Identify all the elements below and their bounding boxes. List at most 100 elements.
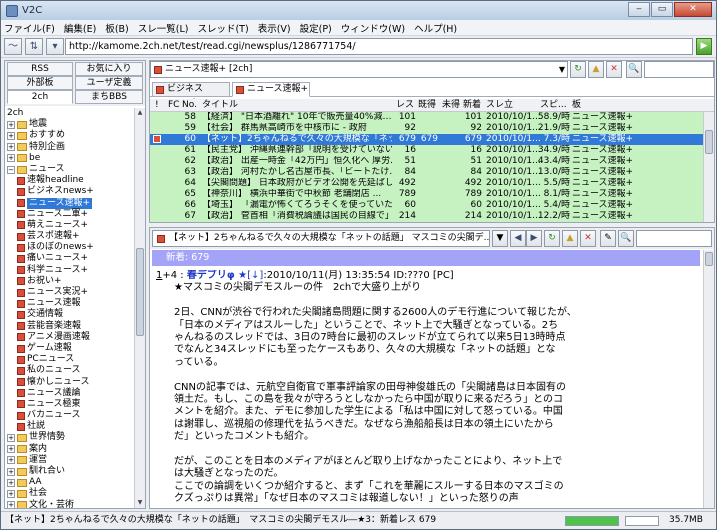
- minimize-button[interactable]: ‒: [628, 2, 650, 17]
- thread-search-input[interactable]: [636, 230, 712, 247]
- tree-board[interactable]: 交通情報: [5, 309, 133, 320]
- scroll-down-arrow-icon[interactable]: ▼: [135, 498, 145, 508]
- tab-user-defined[interactable]: ユーザ定義: [75, 76, 143, 90]
- expand-icon[interactable]: +: [7, 501, 15, 508]
- expand-icon[interactable]: +: [7, 143, 15, 152]
- tree-folder[interactable]: + おすすめ: [5, 130, 133, 141]
- list-search-input[interactable]: [644, 61, 714, 78]
- col-read[interactable]: 既得: [418, 99, 436, 111]
- up-icon[interactable]: ▲: [562, 230, 578, 247]
- forward-icon[interactable]: ▶: [526, 230, 542, 247]
- tree-board[interactable]: 痛いニュース+: [5, 253, 133, 264]
- tree-board[interactable]: ビジネスnews+: [5, 186, 133, 197]
- col-title[interactable]: タイトル: [202, 99, 238, 111]
- tree-board[interactable]: ニュース二軍+: [5, 209, 133, 220]
- tab-rss[interactable]: RSS: [7, 62, 73, 76]
- stop-icon[interactable]: ✕: [580, 230, 596, 247]
- go-button[interactable]: ▶: [696, 38, 712, 55]
- menu-thread[interactable]: スレッド(T): [197, 21, 248, 35]
- search-icon[interactable]: 🔍: [618, 230, 634, 247]
- col-new[interactable]: 新着: [463, 99, 481, 111]
- tab-business-news[interactable]: ビジネスnews+: [152, 82, 230, 107]
- expand-icon[interactable]: +: [7, 120, 15, 129]
- tree-folder[interactable]: + 案内: [5, 444, 133, 455]
- expand-icon[interactable]: +: [7, 467, 15, 476]
- tree-board[interactable]: ニュース議論: [5, 388, 133, 399]
- tree-board[interactable]: 社説: [5, 421, 133, 432]
- tree-board[interactable]: 速報headline: [5, 175, 133, 186]
- tree-board[interactable]: お祝い+: [5, 276, 133, 287]
- refresh-icon[interactable]: ↻: [544, 230, 560, 247]
- tree-board[interactable]: 芸能音楽速報: [5, 321, 133, 332]
- table-row[interactable]: 66 【埼玉】 「漏電が怖くてろうそくを使っていた」... 60 60 2010/10/…: [150, 200, 703, 211]
- stop-icon[interactable]: ✕: [606, 61, 622, 78]
- tree-folder[interactable]: + 馴れ合い: [5, 466, 133, 477]
- tree-folder[interactable]: + 世界情勢: [5, 432, 133, 443]
- table-row[interactable]: 60 【ネット】2ちゃんねるで久々の大規模な「ネッ... 679 679 679 2010…: [150, 134, 703, 145]
- table-row[interactable]: 65 【神奈川】 横浜中華街で中秋節 老舗閉店 ... 789 789 2010/10/…: [150, 189, 703, 200]
- close-button[interactable]: ✕: [674, 2, 712, 17]
- col-res[interactable]: レス: [396, 99, 414, 111]
- table-row[interactable]: 63 【政治】 河村たかし名古屋市長、「ビートたけ... 84 84 2010/10/1…: [150, 167, 703, 178]
- list-scrollbar[interactable]: [703, 112, 714, 222]
- tree-board[interactable]: 芸スポ速報+: [5, 231, 133, 242]
- menu-window[interactable]: ウィンドウ(W): [341, 21, 405, 35]
- post-mail[interactable]: [↓]: [247, 270, 263, 281]
- search-icon[interactable]: 🔍: [626, 61, 642, 78]
- menu-help[interactable]: ヘルプ(H): [414, 21, 457, 35]
- expand-icon[interactable]: +: [7, 489, 15, 498]
- table-row[interactable]: 58 【経済】 "日本酒離れ" 10年で販売量40%減… 101 101 2010/10…: [150, 112, 703, 123]
- maximize-button[interactable]: ▭: [651, 2, 673, 17]
- tree-board[interactable]: バカニュース: [5, 410, 133, 421]
- tree-folder[interactable]: + be: [5, 153, 133, 164]
- expand-icon[interactable]: +: [7, 434, 15, 443]
- scroll-up-arrow-icon[interactable]: ▲: [135, 108, 145, 118]
- trend-icon[interactable]: 〜: [4, 38, 22, 55]
- tree-folder[interactable]: + 運営: [5, 455, 133, 466]
- url-input[interactable]: http://kamome.2ch.net/test/read.cgi/news…: [65, 38, 693, 55]
- tree-board[interactable]: 懐かしニュース: [5, 377, 133, 388]
- tree-folder[interactable]: + 社会: [5, 488, 133, 499]
- tree-folder[interactable]: + AA: [5, 477, 133, 488]
- tree-root[interactable]: 2ch: [5, 108, 133, 119]
- tab-favorites[interactable]: お気に入り: [75, 62, 143, 76]
- dropdown-icon[interactable]: ▾: [46, 38, 64, 55]
- tree-folder[interactable]: − ニュース: [5, 164, 133, 175]
- list-scroll-thumb[interactable]: [705, 130, 713, 154]
- up-icon[interactable]: ▲: [588, 61, 604, 78]
- col-no[interactable]: No.: [182, 99, 197, 111]
- tab-2ch[interactable]: 2ch: [7, 90, 73, 104]
- tree-folder[interactable]: + 地震: [5, 119, 133, 130]
- col-mark[interactable]: !: [155, 99, 159, 111]
- table-row[interactable]: 59 【社会】 群馬県高崎市を中核市に - 政府 92 92 2010/10/1... 2…: [150, 123, 703, 134]
- expand-icon[interactable]: +: [7, 456, 15, 465]
- compose-icon[interactable]: ✎: [600, 230, 616, 247]
- col-board[interactable]: 板: [572, 99, 581, 111]
- expand-icon[interactable]: +: [7, 445, 15, 454]
- col-fc[interactable]: FC: [168, 99, 179, 111]
- expand-icon[interactable]: +: [7, 478, 15, 487]
- tree-board[interactable]: ニュース速報: [5, 298, 133, 309]
- tree-board[interactable]: ゲーム速報: [5, 343, 133, 354]
- menu-threadlist[interactable]: スレ一覧(L): [138, 21, 189, 35]
- tree-board[interactable]: ニュース速報+: [5, 197, 133, 209]
- table-row[interactable]: 62 【政治】 出産一時金「42万円」恒久化へ 厚労... 51 51 2010/10/…: [150, 156, 703, 167]
- tree-board[interactable]: ニュース極東: [5, 399, 133, 410]
- table-row[interactable]: 61 【民主党】 沖縄県連幹部「説明を受けていない」... 16 16 2010/10/…: [150, 145, 703, 156]
- sync-icon[interactable]: ⇅: [25, 38, 43, 55]
- tree-folder[interactable]: + 特別企画: [5, 142, 133, 153]
- tree-board[interactable]: ニュース実況+: [5, 287, 133, 298]
- menu-edit[interactable]: 編集(E): [64, 21, 96, 35]
- expand-icon[interactable]: +: [7, 131, 15, 140]
- menu-view[interactable]: 表示(V): [258, 21, 291, 35]
- table-row[interactable]: 64 【尖閣問題】 日本政府がビデオ公開を先延ばし検... 492 492 2010/1…: [150, 178, 703, 189]
- col-speed[interactable]: スピ...: [540, 99, 567, 111]
- thread-combo[interactable]: 【ネット】2ちゃんねるで久々の大規模な「ネットの話題」 マスコミの尖閣デ...: [152, 230, 490, 247]
- tree-board[interactable]: PCニュース: [5, 354, 133, 365]
- tree-board[interactable]: 萌えニュース+: [5, 220, 133, 231]
- tab-news-sokuhou[interactable]: ニュース速報+: [232, 82, 310, 97]
- expand-icon[interactable]: −: [7, 165, 15, 174]
- chevron-down-icon[interactable]: ▼: [559, 62, 565, 77]
- tree-board[interactable]: 私のニュース: [5, 365, 133, 376]
- menu-file[interactable]: ファイル(F): [4, 21, 55, 35]
